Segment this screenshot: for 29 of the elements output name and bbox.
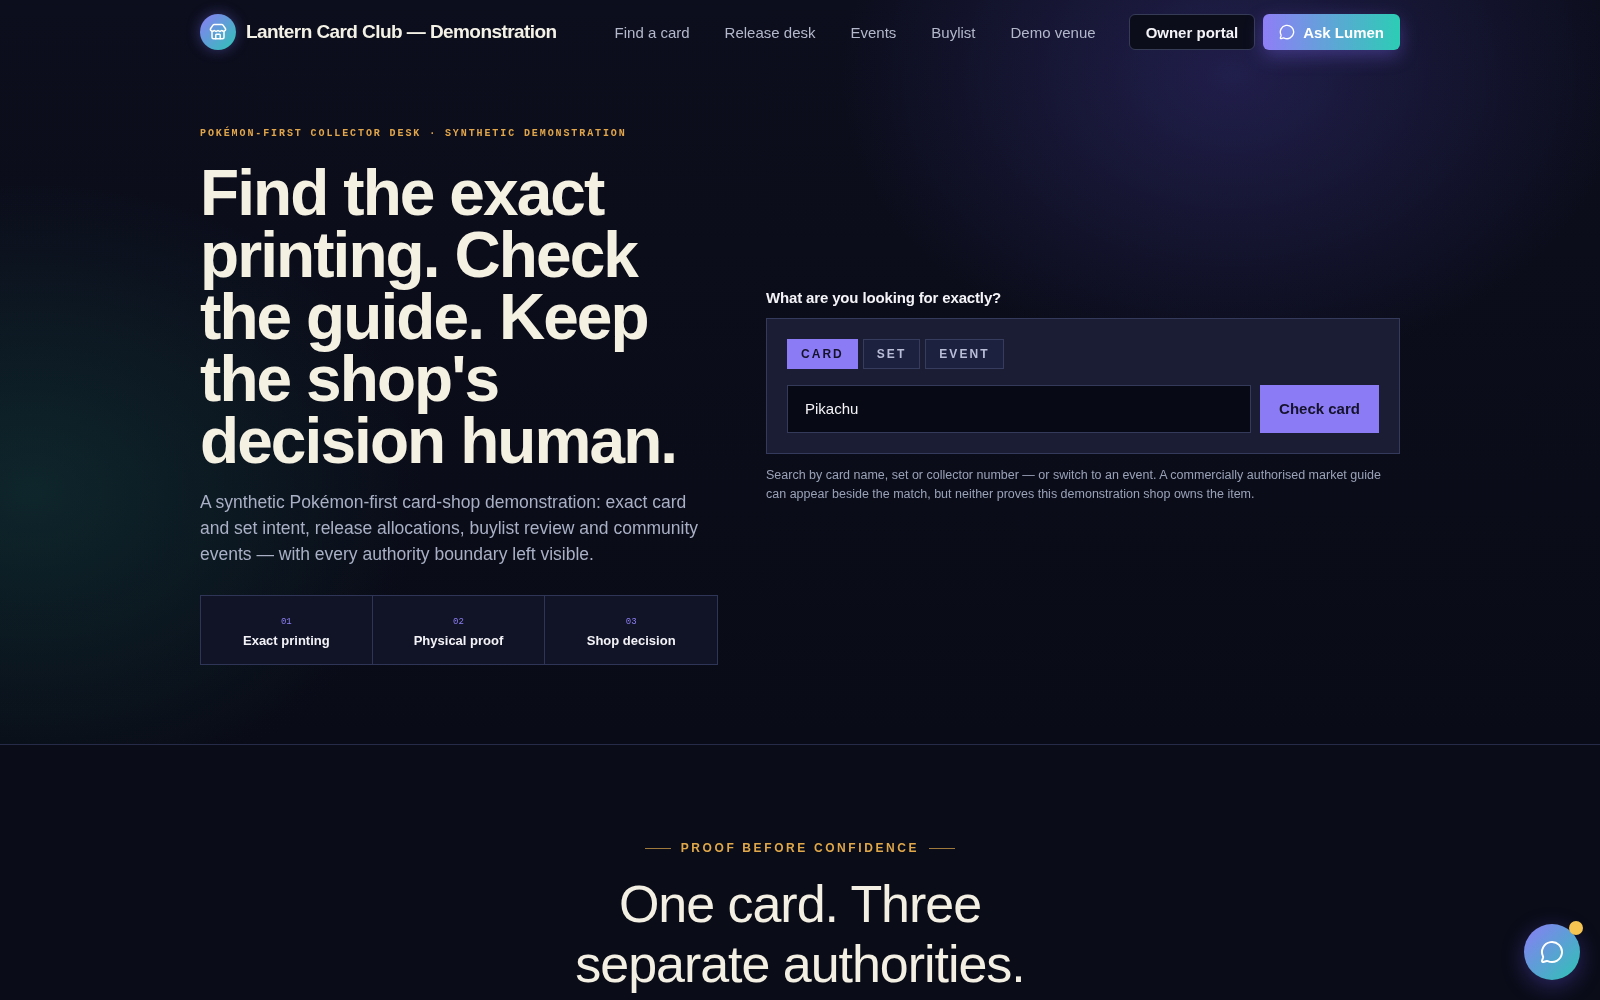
- hero-lede: A synthetic Pokémon-first card-shop demonstration: exact card and set intent, release allocations, buylist review and community events — with every authority boundary left visible.: [200, 491, 700, 566]
- chat-bubble-icon: [1279, 24, 1296, 40]
- step-label: Shop decision: [586, 632, 676, 648]
- step-label: Physical proof: [413, 632, 504, 648]
- step-number: 01: [280, 616, 292, 627]
- nav-link[interactable]: Find a card: [614, 23, 690, 41]
- nav-link[interactable]: Buylist: [931, 23, 976, 41]
- nav-link[interactable]: Demo venue: [1010, 23, 1096, 41]
- hero-title: Find the exact printing. Check the guide. Keep the shop's decision human.: [200, 162, 678, 472]
- owner-portal-button[interactable]: Owner portal: [1128, 14, 1256, 50]
- search-field[interactable]: Pikachu: [787, 384, 1251, 433]
- check-card-button[interactable]: Check card: [1260, 384, 1379, 433]
- search-label: What are you looking for exactly?: [766, 288, 1003, 306]
- hero-kicker: POKÉMON-FIRST COLLECTOR DESK · SYNTHETIC DEMONSTRATION: [200, 127, 628, 141]
- nav-link[interactable]: Events: [850, 23, 897, 41]
- store-icon: [200, 14, 236, 50]
- chat-bubble-icon: [1540, 940, 1564, 964]
- step-label: Exact printing: [243, 632, 330, 648]
- search-help-text: Search by card name, set or collector number — or switch to an event. A commercially authorised market guide can appear beside the match, but neither proves this demonstration shop owns the item.: [766, 466, 1382, 503]
- step-number: 02: [453, 616, 464, 627]
- search-tab[interactable]: SET: [862, 338, 921, 369]
- chat-launcher-button[interactable]: [1524, 924, 1580, 980]
- step-number: 03: [625, 616, 637, 627]
- section-heading: One card. Three separate authorities.: [574, 874, 1026, 994]
- search-tab[interactable]: EVENT: [925, 338, 1004, 369]
- search-tab[interactable]: CARD: [787, 338, 858, 369]
- brand-name: Lantern Card Club — Demonstration: [246, 21, 557, 43]
- nav-link[interactable]: Release desk: [724, 23, 816, 41]
- section-eyebrow: PROOF BEFORE CONFIDENCE: [680, 840, 920, 856]
